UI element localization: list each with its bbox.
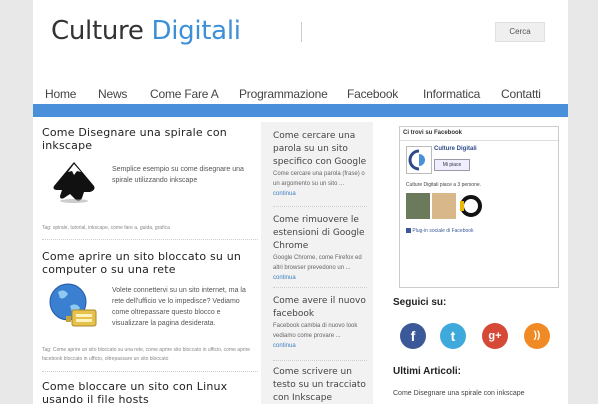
post-item: Come aprire un sito bloccato su un compu…	[42, 250, 258, 362]
list-item-title[interactable]: Come avere il nuovo facebook	[273, 295, 369, 321]
list-divider	[273, 360, 367, 361]
continue-link[interactable]: continua	[273, 273, 369, 283]
network-globe-icon	[46, 280, 102, 330]
nav-accent-bar	[33, 104, 568, 117]
continue-link[interactable]: continua	[273, 189, 369, 199]
post-item: Come Disegnare una spirale con inkscape …	[42, 126, 258, 231]
post-item: Come bloccare un sito con Linux usando i…	[42, 380, 258, 404]
nav-item-facebook[interactable]: Facebook	[347, 87, 398, 101]
follow-us-title: Seguici su:	[393, 297, 447, 308]
list-divider	[273, 287, 367, 288]
rss-icon[interactable]: ))	[524, 323, 550, 349]
list-divider	[273, 206, 367, 207]
list-item: Come rimuovere le estensioni di Google C…	[273, 214, 369, 283]
list-item: Come scrivere un testo su un tracciato c…	[273, 366, 369, 404]
nav-item-contatti[interactable]: Contatti	[501, 87, 541, 101]
main-nav: Home News Come Fare A Programmazione Fac…	[33, 84, 568, 104]
list-item-title[interactable]: Come cercare una parola su un sito speci…	[273, 130, 369, 169]
fan-avatar[interactable]	[458, 193, 482, 219]
facebook-like-box: Ci trovi su Facebook Culture Digitali Mi…	[399, 126, 559, 288]
nav-item-home[interactable]: Home	[45, 87, 76, 101]
list-item: Come cercare una parola su un sito speci…	[273, 130, 369, 199]
header-divider	[301, 22, 302, 42]
post-excerpt: Semplice esempio su come disegnare una s…	[112, 166, 244, 184]
list-item: Come avere il nuovo facebook Facebook ca…	[273, 295, 369, 351]
nav-item-come-fare-a[interactable]: Come Fare A	[150, 87, 219, 101]
post-tags: Tag: spirale, tutorial, inkscape, come f…	[42, 225, 170, 231]
facebook-icon[interactable]: f	[400, 323, 426, 349]
facebook-plugin-text: Plug-in sociale di Facebook	[412, 228, 474, 234]
search-button[interactable]: Cerca	[495, 22, 545, 42]
inkscape-icon	[48, 160, 100, 204]
facebook-small-icon	[406, 228, 411, 234]
twitter-icon[interactable]: t	[440, 323, 466, 349]
google-plus-icon[interactable]: g+	[482, 323, 508, 349]
post-divider	[42, 239, 258, 240]
list-item-excerpt: Come cercare una parola (frase) o un arg…	[273, 171, 365, 187]
fan-avatar[interactable]	[406, 193, 430, 219]
site-logo[interactable]: Culture Digitali	[51, 16, 241, 46]
nav-item-informatica[interactable]: Informatica	[423, 87, 480, 101]
continue-link[interactable]: continua	[273, 341, 369, 351]
list-item-title[interactable]: Come scrivere un testo su un tracciato c…	[273, 366, 369, 404]
page-logo-icon[interactable]	[406, 146, 432, 174]
facebook-like-count: Culture Digitali piace a 3 persone.	[406, 182, 482, 188]
facebook-page-name[interactable]: Culture Digitali	[434, 146, 477, 152]
nav-item-news[interactable]: News	[98, 87, 127, 101]
nav-item-programmazione[interactable]: Programmazione	[239, 87, 328, 101]
list-item-title[interactable]: Come rimuovere le estensioni di Google C…	[273, 214, 369, 253]
post-title[interactable]: Come aprire un sito bloccato su un compu…	[42, 250, 258, 276]
popular-column: Come cercare una parola su un sito speci…	[261, 122, 373, 404]
latest-articles-title: Ultimi Articoli:	[393, 366, 461, 377]
post-title[interactable]: Come Disegnare una spirale con inkscape	[42, 126, 258, 152]
page-container: Culture Digitali Cerca Home News Come Fa…	[33, 0, 568, 404]
logo-text-digitali: Digitali	[151, 16, 241, 46]
post-divider	[42, 371, 258, 372]
facebook-box-divider	[400, 140, 558, 141]
facebook-box-header: Ci trovi su Facebook	[403, 130, 463, 136]
list-item-excerpt: Facebook cambia di nuovo look vediamo co…	[273, 323, 358, 339]
fan-avatar[interactable]	[432, 193, 456, 219]
facebook-like-button[interactable]: Mi piace	[434, 159, 470, 171]
post-title[interactable]: Come bloccare un sito con Linux usando i…	[42, 380, 258, 404]
post-tags: Tag: Come aprire un sito bloccato su una…	[42, 346, 258, 364]
facebook-plugin-link[interactable]: Plug-in sociale di Facebook	[406, 228, 474, 234]
post-tags-text: Tag: Come aprire un sito bloccato su una…	[42, 347, 251, 362]
latest-article-link[interactable]: Come Disegnare una spirale con inkscape	[393, 390, 525, 397]
list-item-excerpt: Google Chrome, come Firefox ed altri bro…	[273, 255, 362, 271]
logo-text-culture: Culture	[51, 16, 144, 46]
post-excerpt: Volete connettervi su un sito internet, …	[112, 287, 246, 327]
